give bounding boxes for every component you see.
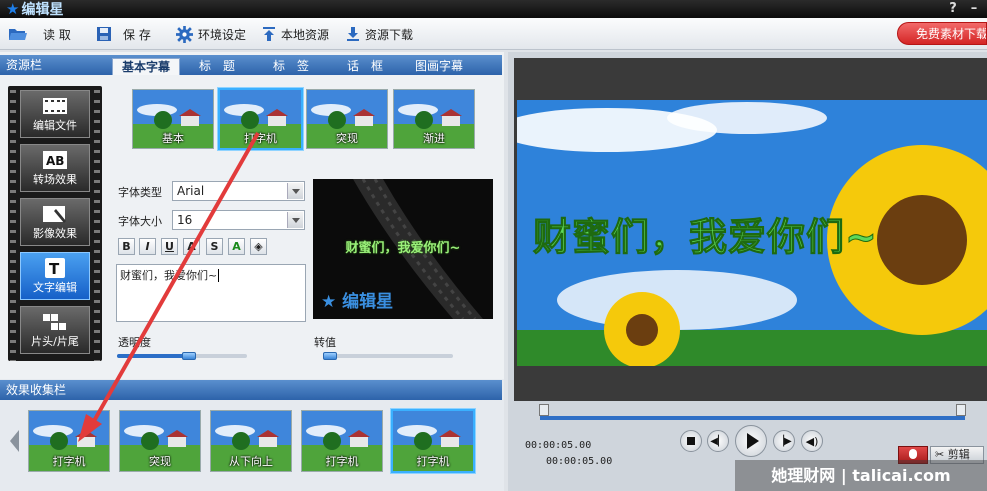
- previous-frame-button[interactable]: ◀▏: [707, 430, 729, 452]
- volume-button[interactable]: ◀): [801, 430, 823, 452]
- stop-button[interactable]: [680, 430, 702, 452]
- timeline-slider[interactable]: [540, 416, 965, 420]
- play-icon: [746, 433, 759, 449]
- speaker-icon: ◀): [805, 434, 819, 448]
- total-time: 00:00:05.00: [546, 456, 613, 467]
- microphone-icon: [909, 449, 917, 459]
- step-back-icon: ◀▏: [710, 435, 726, 447]
- video-caption: 财蜜们，我爱你们~: [533, 215, 878, 260]
- current-time: 00:00:05.00: [525, 440, 592, 451]
- video-preview: 财蜜们，我爱你们~: [517, 100, 987, 366]
- step-forward-icon: ▕▶: [776, 435, 792, 447]
- timeline-progress: [540, 416, 965, 420]
- app-window: ★ 编辑星 ? – 读 取 保 存 环境设定 本地资源 资源下载 免费素材下载 资…: [0, 0, 987, 491]
- timeline-end-marker[interactable]: [956, 404, 966, 416]
- stop-icon: [687, 437, 695, 445]
- play-button[interactable]: [735, 425, 767, 457]
- timeline-start-marker[interactable]: [539, 404, 549, 416]
- site-watermark: 她理财网 | talicai.com: [735, 460, 987, 491]
- next-frame-button[interactable]: ▕▶: [773, 430, 795, 452]
